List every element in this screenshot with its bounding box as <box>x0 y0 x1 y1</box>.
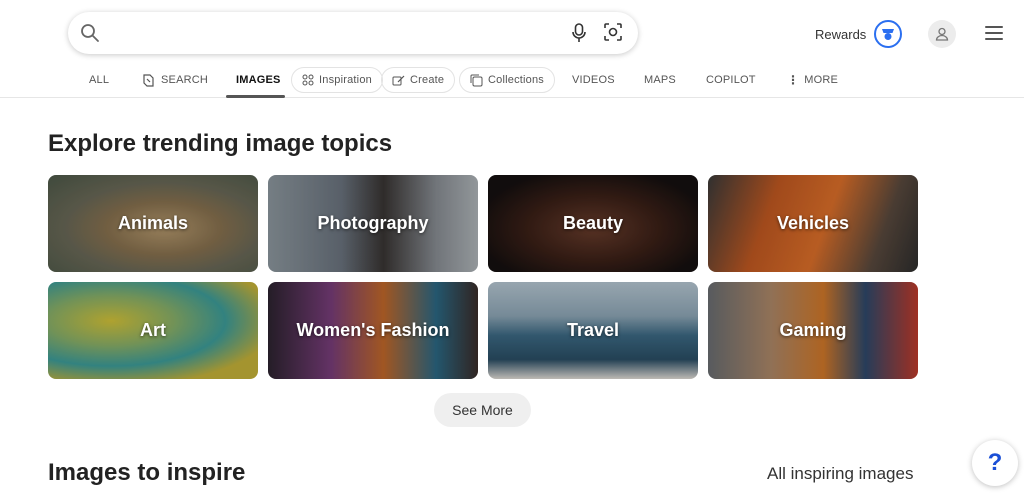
help-icon: ? <box>987 449 1003 476</box>
tile-label: Gaming <box>779 320 847 340</box>
tile-label: Vehicles <box>776 213 850 233</box>
tab-bar: ALL SEARCH IMAGES Inspiration Create Col… <box>0 64 1024 98</box>
tab-maps[interactable]: MAPS <box>644 67 676 93</box>
tab-create[interactable]: Create <box>381 67 456 93</box>
tab-label: Inspiration <box>319 74 372 86</box>
collections-icon <box>470 74 483 86</box>
topic-tile-vehicles[interactable]: Vehicles <box>708 175 918 272</box>
tab-label: VIDEOS <box>572 74 615 86</box>
tab-videos[interactable]: VIDEOS <box>572 67 615 93</box>
rewards-label: Rewards <box>815 26 867 42</box>
topic-tile-animals[interactable]: Animals <box>48 175 258 272</box>
tab-images[interactable]: IMAGES <box>236 67 281 93</box>
tab-label: MAPS <box>644 74 676 86</box>
tab-label: ALL <box>89 74 110 86</box>
tile-label: Animals <box>117 213 189 233</box>
search-icon <box>81 24 99 42</box>
more-icon: ⋮ <box>787 73 800 87</box>
search-box[interactable] <box>68 12 638 54</box>
rewards-icon <box>874 20 903 48</box>
tab-label: SEARCH <box>161 74 209 86</box>
user-avatar[interactable] <box>928 20 956 48</box>
copilot-icon <box>143 73 154 87</box>
tab-copilot[interactable]: COPILOT <box>706 67 756 93</box>
tile-label: Art <box>140 320 166 340</box>
section-title-inspire: Images to inspire <box>48 459 246 486</box>
visual-search-icon[interactable] <box>603 22 623 42</box>
tab-all[interactable]: ALL <box>89 67 109 93</box>
microphone-icon[interactable] <box>572 23 586 43</box>
tile-label: Beauty <box>562 213 624 233</box>
topic-tile-photography[interactable]: Photography <box>268 175 478 272</box>
topic-tile-womens-fashion[interactable]: Women's Fashion <box>268 282 478 379</box>
tab-label: MORE <box>804 74 839 86</box>
see-more-button[interactable]: See More <box>434 393 531 427</box>
tile-label: Photography <box>317 213 429 233</box>
tab-search[interactable]: SEARCH <box>141 67 208 93</box>
section-title: Explore trending image topics <box>48 130 393 157</box>
active-tab-indicator <box>226 95 285 98</box>
search-input[interactable] <box>112 20 562 46</box>
all-inspiring-images-link[interactable]: All inspiring images <box>767 464 913 484</box>
tab-collections[interactable]: Collections <box>459 67 556 93</box>
tile-label: Travel <box>566 320 620 340</box>
rewards-button[interactable]: Rewards <box>815 20 903 48</box>
user-icon <box>935 27 949 41</box>
topic-tile-art[interactable]: Art <box>48 282 258 379</box>
tile-label: Women's Fashion <box>296 320 450 340</box>
tab-inspiration[interactable]: Inspiration <box>291 67 383 93</box>
topic-tile-travel[interactable]: Travel <box>488 282 698 379</box>
inspiration-icon <box>302 74 314 86</box>
tab-label: Create <box>410 74 445 86</box>
tab-label: IMAGES <box>236 74 281 86</box>
topic-tile-gaming[interactable]: Gaming <box>708 282 918 379</box>
tab-label: Collections <box>488 74 545 86</box>
tab-label: COPILOT <box>706 74 756 86</box>
menu-icon[interactable] <box>985 26 1003 40</box>
help-button[interactable]: ? <box>972 440 1018 486</box>
tab-more[interactable]: ⋮ MORE <box>787 67 838 93</box>
create-icon <box>392 75 405 85</box>
topic-tile-beauty[interactable]: Beauty <box>488 175 698 272</box>
